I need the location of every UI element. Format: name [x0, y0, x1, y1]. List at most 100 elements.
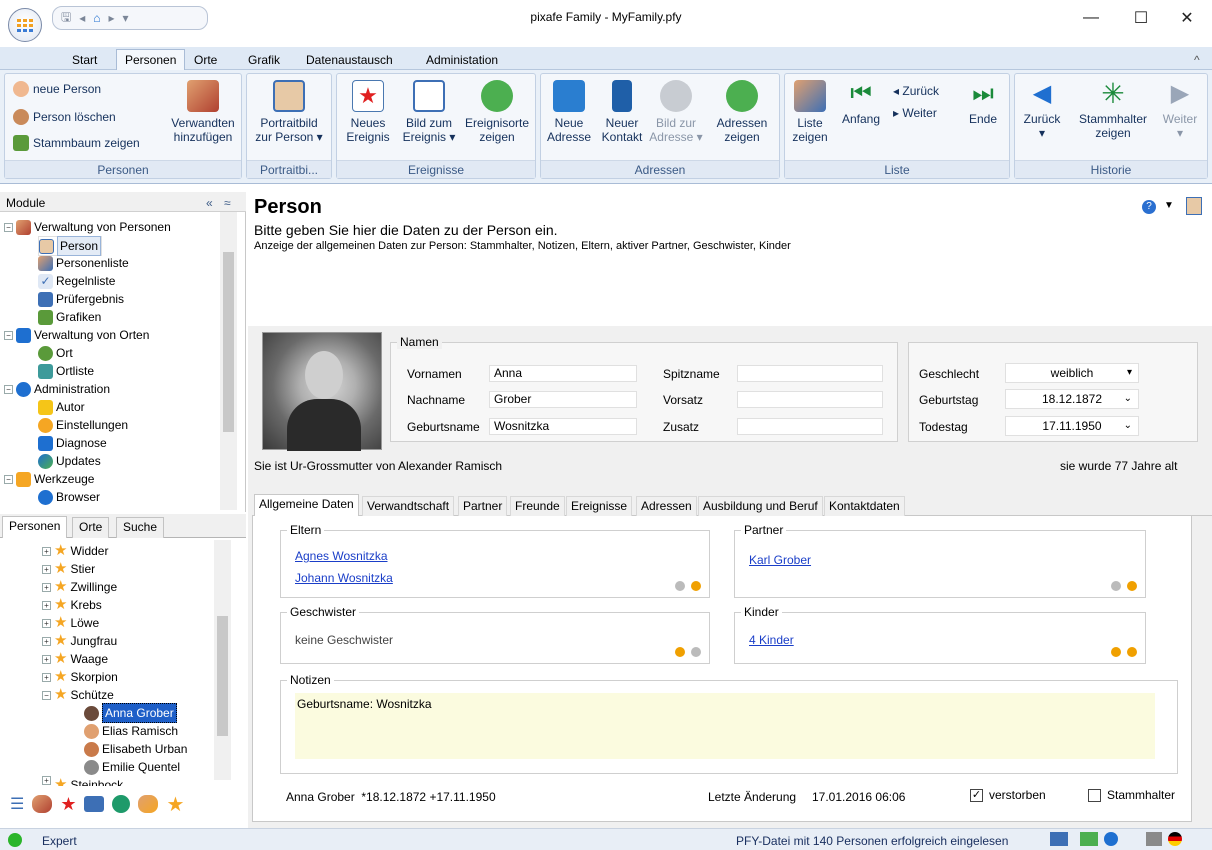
tab-grafik[interactable]: Grafik [240, 50, 288, 70]
list-end-button[interactable]: ⏭ Ende [961, 80, 1005, 126]
tree-item-werkzeuge[interactable]: − Werkzeuge [4, 470, 94, 488]
network-icon[interactable] [1080, 832, 1098, 846]
abc-list-icon[interactable] [84, 796, 105, 812]
tab-verwandtschaft[interactable]: Verwandtschaft [362, 496, 455, 516]
expand-icon[interactable]: + [42, 618, 51, 628]
list-back-button[interactable]: ◂ Zurück [893, 82, 939, 100]
tree-item-anna-grober[interactable]: Anna Grober [84, 703, 177, 723]
zodiac-star-icon[interactable]: ★ [166, 792, 184, 817]
tree-item-elias-ramisch[interactable]: Elias Ramisch [84, 722, 178, 740]
tree-item-ort[interactable]: Ort [38, 344, 73, 362]
portrait-button[interactable]: Portraitbild zur Person ▾ [251, 80, 327, 144]
tree-item-regelnliste[interactable]: ✓ Regelnliste [38, 272, 115, 290]
tree-item-schuetze[interactable]: − ★ Schütze [42, 686, 114, 704]
new-event-button[interactable]: ★ Neues Ereignis [343, 80, 393, 144]
suffix-field[interactable] [737, 418, 883, 435]
tree-item-krebs[interactable]: + ★ Krebs [42, 596, 102, 614]
list-next-button[interactable]: ▸ Weiter [893, 104, 937, 122]
collapse-icon[interactable]: − [4, 330, 13, 340]
tab-datenaustausch[interactable]: Datenaustausch [298, 50, 401, 70]
first-name-field[interactable]: Anna [489, 365, 637, 382]
globe-icon[interactable] [112, 795, 131, 813]
tab-kontaktdaten[interactable]: Kontaktdaten [824, 496, 905, 516]
expand-icon[interactable]: + [42, 600, 51, 610]
tree-item-grafiken[interactable]: Grafiken [38, 308, 101, 326]
tab-administation[interactable]: Administation [418, 50, 506, 70]
portrait-photo[interactable] [262, 332, 382, 451]
expand-icon[interactable]: + [42, 582, 51, 592]
tree-item-skorpion[interactable]: + ★ Skorpion [42, 668, 118, 686]
tree-item-pruefergebnis[interactable]: Prüfergebnis [38, 290, 124, 308]
tree-item-steinbock[interactable]: + ★ Steinbock [42, 776, 123, 786]
globe-icon[interactable] [1104, 832, 1118, 846]
tab-adressen[interactable]: Adressen [636, 496, 697, 516]
parent-link[interactable]: Agnes Wosnitzka [295, 549, 388, 563]
tree-item-orte-admin[interactable]: − Verwaltung von Orten [4, 326, 149, 344]
view-icon[interactable] [1050, 832, 1068, 846]
tab-partner[interactable]: Partner [458, 496, 508, 516]
maximize-button[interactable]: ☐ [1126, 6, 1156, 30]
tree-item-einstellungen[interactable]: Einstellungen [38, 416, 128, 434]
tree-item-emilie-quentel[interactable]: Emilie Quentel [84, 758, 180, 776]
tab-personen-tree[interactable]: Personen [2, 516, 68, 539]
show-tree-button[interactable]: Stammbaum zeigen [13, 134, 140, 152]
tree-item-diagnose[interactable]: Diagnose [38, 434, 107, 452]
delete-person-button[interactable]: Person löschen [13, 108, 116, 126]
tree-item-jungfrau[interactable]: + ★ Jungfrau [42, 632, 117, 650]
partner-link[interactable]: Karl Grober [749, 553, 811, 567]
prefix-field[interactable] [737, 391, 883, 408]
expand-icon[interactable]: + [42, 654, 51, 664]
list-icon[interactable]: ☰ [10, 794, 24, 814]
collapse-panel-button[interactable]: « [206, 196, 213, 210]
birth-name-field[interactable]: Wosnitzka [489, 418, 637, 435]
add-icon[interactable] [1111, 647, 1121, 657]
checkbox-checked-icon[interactable]: ✓ [970, 788, 983, 802]
tree-item-administration[interactable]: − Administration [4, 380, 110, 398]
help-dropdown-icon[interactable]: ▼ [1164, 200, 1174, 211]
tab-orte[interactable]: Orte [186, 50, 225, 70]
collapse-icon[interactable]: − [4, 222, 13, 232]
collapse-icon[interactable]: − [4, 384, 13, 394]
database-icon[interactable] [1146, 832, 1162, 846]
tree-item-zwillinge[interactable]: + ★ Zwillinge [42, 578, 117, 596]
tree-item-personenliste[interactable]: Personenliste [38, 254, 129, 272]
tree-item-stier[interactable]: + ★ Stier [42, 560, 95, 578]
close-button[interactable]: ✕ [1172, 6, 1202, 30]
history-back-button[interactable]: ◀ Zurück ▾ [1019, 80, 1065, 140]
list-start-button[interactable]: ⏮ Anfang [837, 80, 885, 126]
add-icon[interactable] [675, 647, 685, 657]
tree-item-updates[interactable]: Updates [38, 452, 101, 470]
remove-icon[interactable] [1127, 647, 1137, 657]
help-icon[interactable]: ? [1142, 200, 1156, 214]
tree-item-widder[interactable]: + ★ Widder [42, 542, 108, 560]
notes-textarea[interactable]: Geburtsname: Wosnitzka [295, 693, 1155, 759]
people-icon[interactable] [32, 795, 53, 813]
stammhalter-checkbox[interactable]: Stammhalter [1088, 788, 1175, 802]
tree-item-browser[interactable]: Browser [38, 488, 100, 506]
tab-freunde[interactable]: Freunde [510, 496, 565, 516]
pin-panel-button[interactable]: ≈ [224, 196, 231, 210]
tree-item-person[interactable]: Person [38, 236, 103, 256]
collapse-icon[interactable]: − [42, 690, 51, 700]
stammhalter-button[interactable]: ✳ Stammhalter zeigen [1071, 80, 1155, 141]
new-contact-button[interactable]: Neuer Kontakt [597, 80, 647, 144]
tab-allgemeine-daten[interactable]: Allgemeine Daten [254, 494, 359, 517]
expand-icon[interactable]: + [42, 636, 51, 646]
language-flag-icon[interactable] [1168, 832, 1182, 846]
children-link[interactable]: 4 Kinder [749, 633, 794, 647]
expand-icon[interactable]: + [42, 564, 51, 574]
expand-icon[interactable]: + [42, 546, 51, 556]
event-picture-button[interactable]: Bild zum Ereignis ▾ [397, 80, 461, 144]
tree-item-ortliste[interactable]: Ortliste [38, 362, 94, 380]
expand-icon[interactable]: + [42, 672, 51, 682]
expand-icon[interactable]: + [42, 776, 51, 785]
deathday-picker[interactable]: 17.11.1950 ⌄ [1005, 416, 1139, 436]
deceased-checkbox[interactable]: ✓ verstorben [970, 788, 1046, 802]
person-portrait-icon[interactable] [1186, 197, 1202, 215]
tree-item-personen-admin[interactable]: − Verwaltung von Personen [4, 218, 171, 236]
gender-select[interactable]: weiblich ▾ [1005, 363, 1139, 383]
new-person-button[interactable]: neue Person [13, 80, 101, 98]
history-back-dropdown[interactable]: ▾ [1019, 126, 1065, 140]
address-picture-button[interactable]: Bild zur Adresse ▾ [649, 80, 703, 144]
tree-item-waage[interactable]: + ★ Waage [42, 650, 108, 668]
